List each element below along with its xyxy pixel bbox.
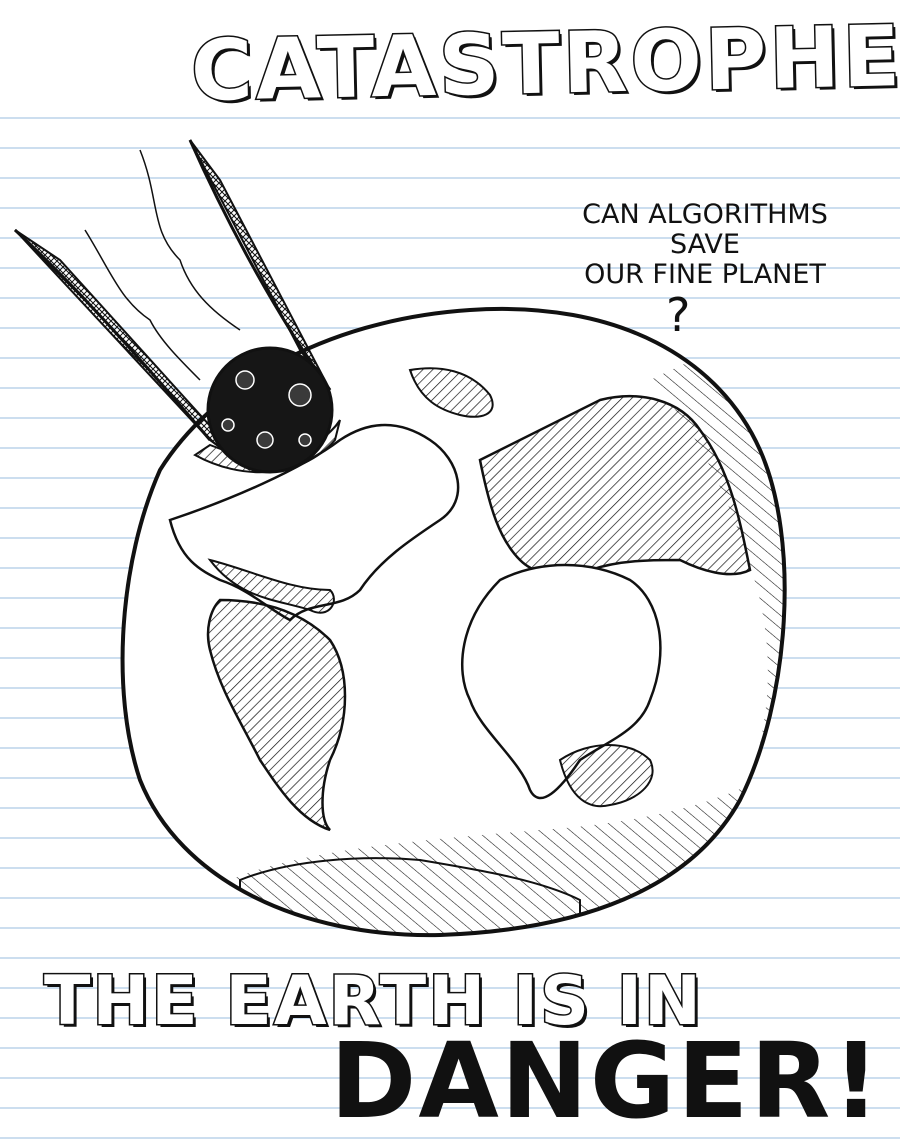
question-line-2: SAVE — [670, 229, 740, 260]
question-line-3: OUR FINE PLANET — [584, 259, 826, 290]
notebook-page: CATASTROPHE! CAN ALGORITHMS SAVE OUR FIN… — [0, 0, 900, 1144]
question-text: CAN ALGORITHMS SAVE OUR FINE PLANET — [540, 200, 870, 290]
meteor-icon — [13, 139, 341, 474]
question-mark: ? — [666, 288, 691, 342]
danger-word: DANGER! — [330, 1020, 882, 1142]
headline: CATASTROPHE! — [188, 5, 900, 122]
question-line-1: CAN ALGORITHMS — [582, 199, 828, 230]
